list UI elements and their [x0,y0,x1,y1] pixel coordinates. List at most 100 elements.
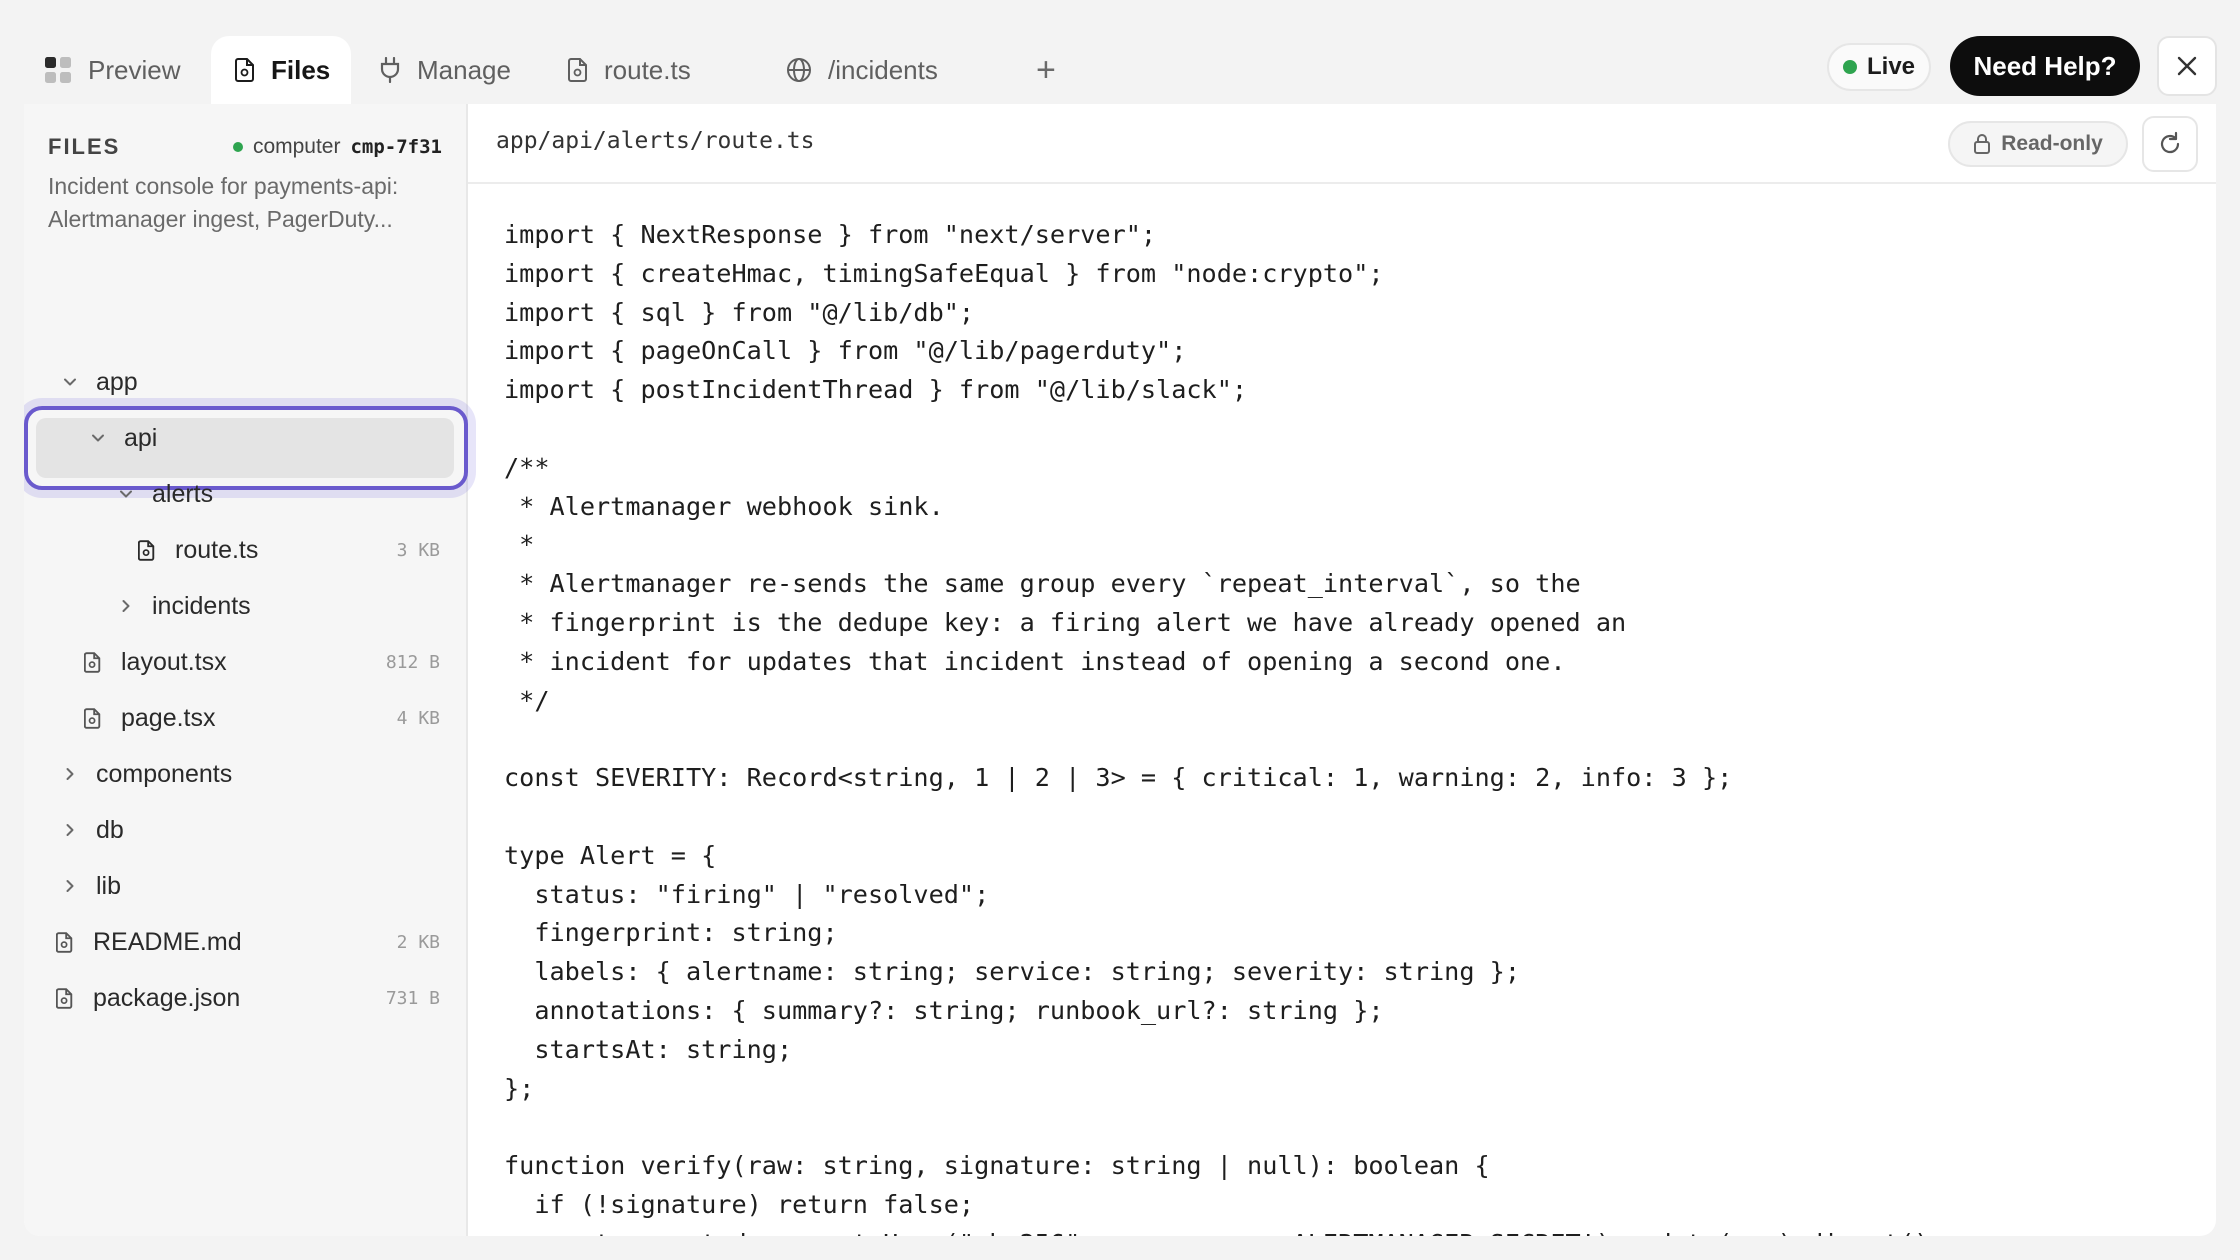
file-icon [568,58,587,82]
tree-item-label: layout.tsx [121,647,227,676]
tree-item-label: lib [96,871,122,900]
code-line: * [504,530,535,560]
tab-manage[interactable]: Manage [355,36,535,104]
code-content[interactable]: import { NextResponse } from "next/serve… [504,216,2204,1236]
file-sidebar: FILES computer cmp-7f31 Incident console… [24,104,468,1236]
code-line: * fingerprint is the dedupe key: a firin… [504,607,1627,637]
live-label: Live [1866,53,1916,80]
code-line: function verify(raw: string, signature: … [504,1151,1490,1181]
tab-label: Manage [417,54,511,85]
project-description: Incident console for payments-api: Alert… [48,170,448,236]
tab-preview[interactable]: Preview [20,36,204,104]
tree-item-label: package.json [93,983,241,1012]
code-line: import { pageOnCall } from "@/lib/pagerd… [504,336,1187,366]
code-editor: app/api/alerts/route.ts Read-only import… [468,104,2216,1236]
status-dot-icon [1842,60,1857,74]
code-line: fingerprint: string; [504,918,838,948]
tree-item-label: alerts [152,479,214,508]
sidebar-title: FILES [48,134,121,159]
plus-icon: + [1036,50,1056,89]
tree-file-readme-md[interactable]: README.md 2 KB [56,914,440,970]
chevron-right-icon[interactable] [58,762,82,786]
description-line: Incident console for payments-api: [48,173,399,199]
tab-incidents[interactable]: /incidents [762,36,962,104]
tree-file-route-ts[interactable]: route.ts 3 KB [138,522,440,578]
status-dot-icon [232,142,243,152]
file-path: app/api/alerts/route.ts [496,128,815,154]
file-size: 4 KB [396,707,440,729]
chevron-right-icon[interactable] [58,818,82,842]
tree-item-label: incidents [152,591,251,620]
need-help-button[interactable]: Need Help? [1950,36,2140,96]
tree-folder-components[interactable]: components [58,746,440,802]
tree-folder-api[interactable]: api [86,410,440,466]
tab-route-ts[interactable]: route.ts [544,36,715,104]
code-line: const SEVERITY: Record<string, 1 | 2 | 3… [504,763,1733,793]
file-icon [84,651,101,673]
top-bar: Preview Files Manage route.ts /incidents [0,0,2240,104]
close-button[interactable] [2157,36,2217,96]
sidebar-header: FILES computer cmp-7f31 [48,130,442,164]
code-line: annotations: { summary?: string; runbook… [504,995,1384,1025]
file-icon [84,707,101,729]
tree-item-label: api [124,423,158,452]
file-size: 731 B [385,987,440,1009]
refresh-icon [2160,131,2180,154]
tree-folder-alerts[interactable]: alerts [114,466,440,522]
globe-icon [787,58,811,82]
tree-item-label: app [96,367,138,396]
code-line: import { NextResponse } from "next/serve… [504,220,1157,249]
chevron-down-icon[interactable] [114,482,138,506]
read-only-badge: Read-only [1948,121,2128,167]
code-line: /** [504,452,550,482]
chevron-down-icon[interactable] [86,426,110,450]
code-line: import { postIncidentThread } from "@/li… [504,375,1248,405]
file-size: 812 B [385,651,440,673]
computer-id: cmp-7f31 [350,136,442,158]
file-size: 2 KB [396,931,440,953]
tree-file-package-json[interactable]: package.json 731 B [56,970,440,1026]
tree-item-label: components [96,759,233,788]
file-icon [235,58,254,82]
tab-label: Files [271,54,331,85]
code-line: * incident for updates that incident ins… [504,646,1566,676]
lock-icon [1974,134,1991,154]
code-line: import { createHmac, timingSafeEqual } f… [504,258,1384,288]
plug-icon [380,57,400,83]
description-line: Alertmanager ingest, PagerDuty... [48,206,393,232]
tab-files[interactable]: Files [211,36,351,104]
tree-file-layout-tsx[interactable]: layout.tsx 812 B [84,634,440,690]
tree-folder-lib[interactable]: lib [58,858,440,914]
tab-label: route.ts [604,54,691,85]
file-icon [138,539,155,561]
chevron-down-icon[interactable] [58,370,82,394]
files-panel: FILES computer cmp-7f31 Incident console… [24,104,2216,1236]
tree-folder-db[interactable]: db [58,802,440,858]
refresh-button[interactable] [2142,116,2198,172]
code-line: startsAt: string; [504,1034,793,1064]
file-icon [56,931,73,953]
tree-folder-incidents[interactable]: incidents [114,578,440,634]
code-line: labels: { alertname: string; service: st… [504,957,1520,987]
code-line: if (!signature) return false; [504,1189,975,1219]
code-line: type Alert = { [504,840,717,870]
tree-item-label: route.ts [175,535,259,564]
chevron-right-icon[interactable] [58,874,82,898]
editor-header: app/api/alerts/route.ts Read-only [468,104,2216,184]
tree-file-page-tsx[interactable]: page.tsx 4 KB [84,690,440,746]
tree-folder-app[interactable]: app [58,354,440,410]
file-size: 3 KB [396,539,440,561]
chevron-right-icon[interactable] [114,594,138,618]
need-help-label: Need Help? [1973,50,2117,81]
tree-item-label: db [96,815,124,844]
add-tab-button[interactable]: + [1020,36,1072,104]
live-status-badge[interactable]: Live [1827,43,1931,91]
code-line: import { sql } from "@/lib/db"; [504,297,975,327]
computer-label: computer [252,135,341,158]
tab-label: /incidents [828,54,938,85]
close-icon [2177,56,2197,76]
